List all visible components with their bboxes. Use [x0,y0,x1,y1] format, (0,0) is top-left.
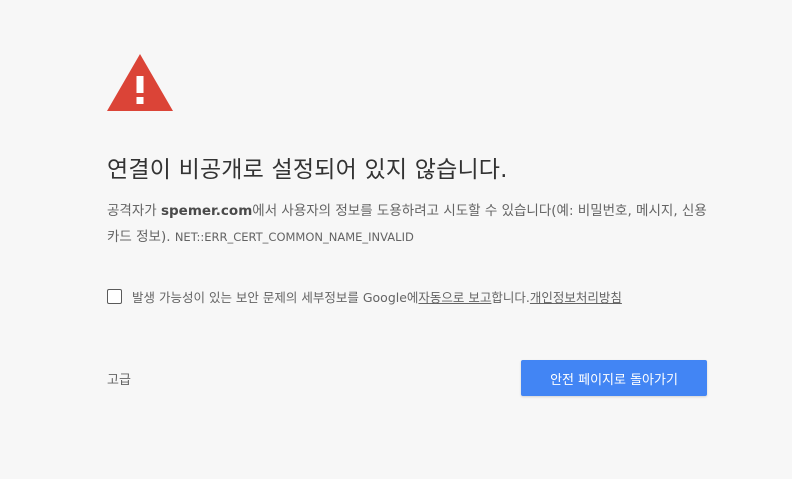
explanation-prefix: 공격자가 [107,203,161,219]
auto-report-link[interactable]: 자동으로 보고 [418,287,491,306]
page-title: 연결이 비공개로 설정되어 있지 않습니다. [107,157,508,183]
report-checkbox[interactable] [107,288,122,304]
explanation-text: 공격자가 spemer.com에서 사용자의 정보를 도용하려고 시도할 수 있… [107,198,717,250]
warning-triangle-icon [107,54,173,111]
report-text: 발생 가능성이 있는 보안 문제의 세부정보를 Google에 [132,289,419,305]
report-option: 발생 가능성이 있는 보안 문제의 세부정보를 Google에 자동으로 보고 합… [107,287,622,305]
host-name: spemer.com [160,203,253,219]
back-to-safety-button[interactable]: 안전 페이지로 돌아가기 [521,360,707,396]
report-middle-text: 합니다. [491,289,530,305]
interstitial-page: 연결이 비공개로 설정되어 있지 않습니다. 공격자가 spemer.com에서… [0,0,792,479]
error-code: NET::ERR_CERT_COMMON_NAME_INVALID [174,230,414,244]
privacy-policy-link[interactable]: 개인정보처리방침 [530,287,622,306]
advanced-button[interactable]: 고급 [107,369,131,388]
